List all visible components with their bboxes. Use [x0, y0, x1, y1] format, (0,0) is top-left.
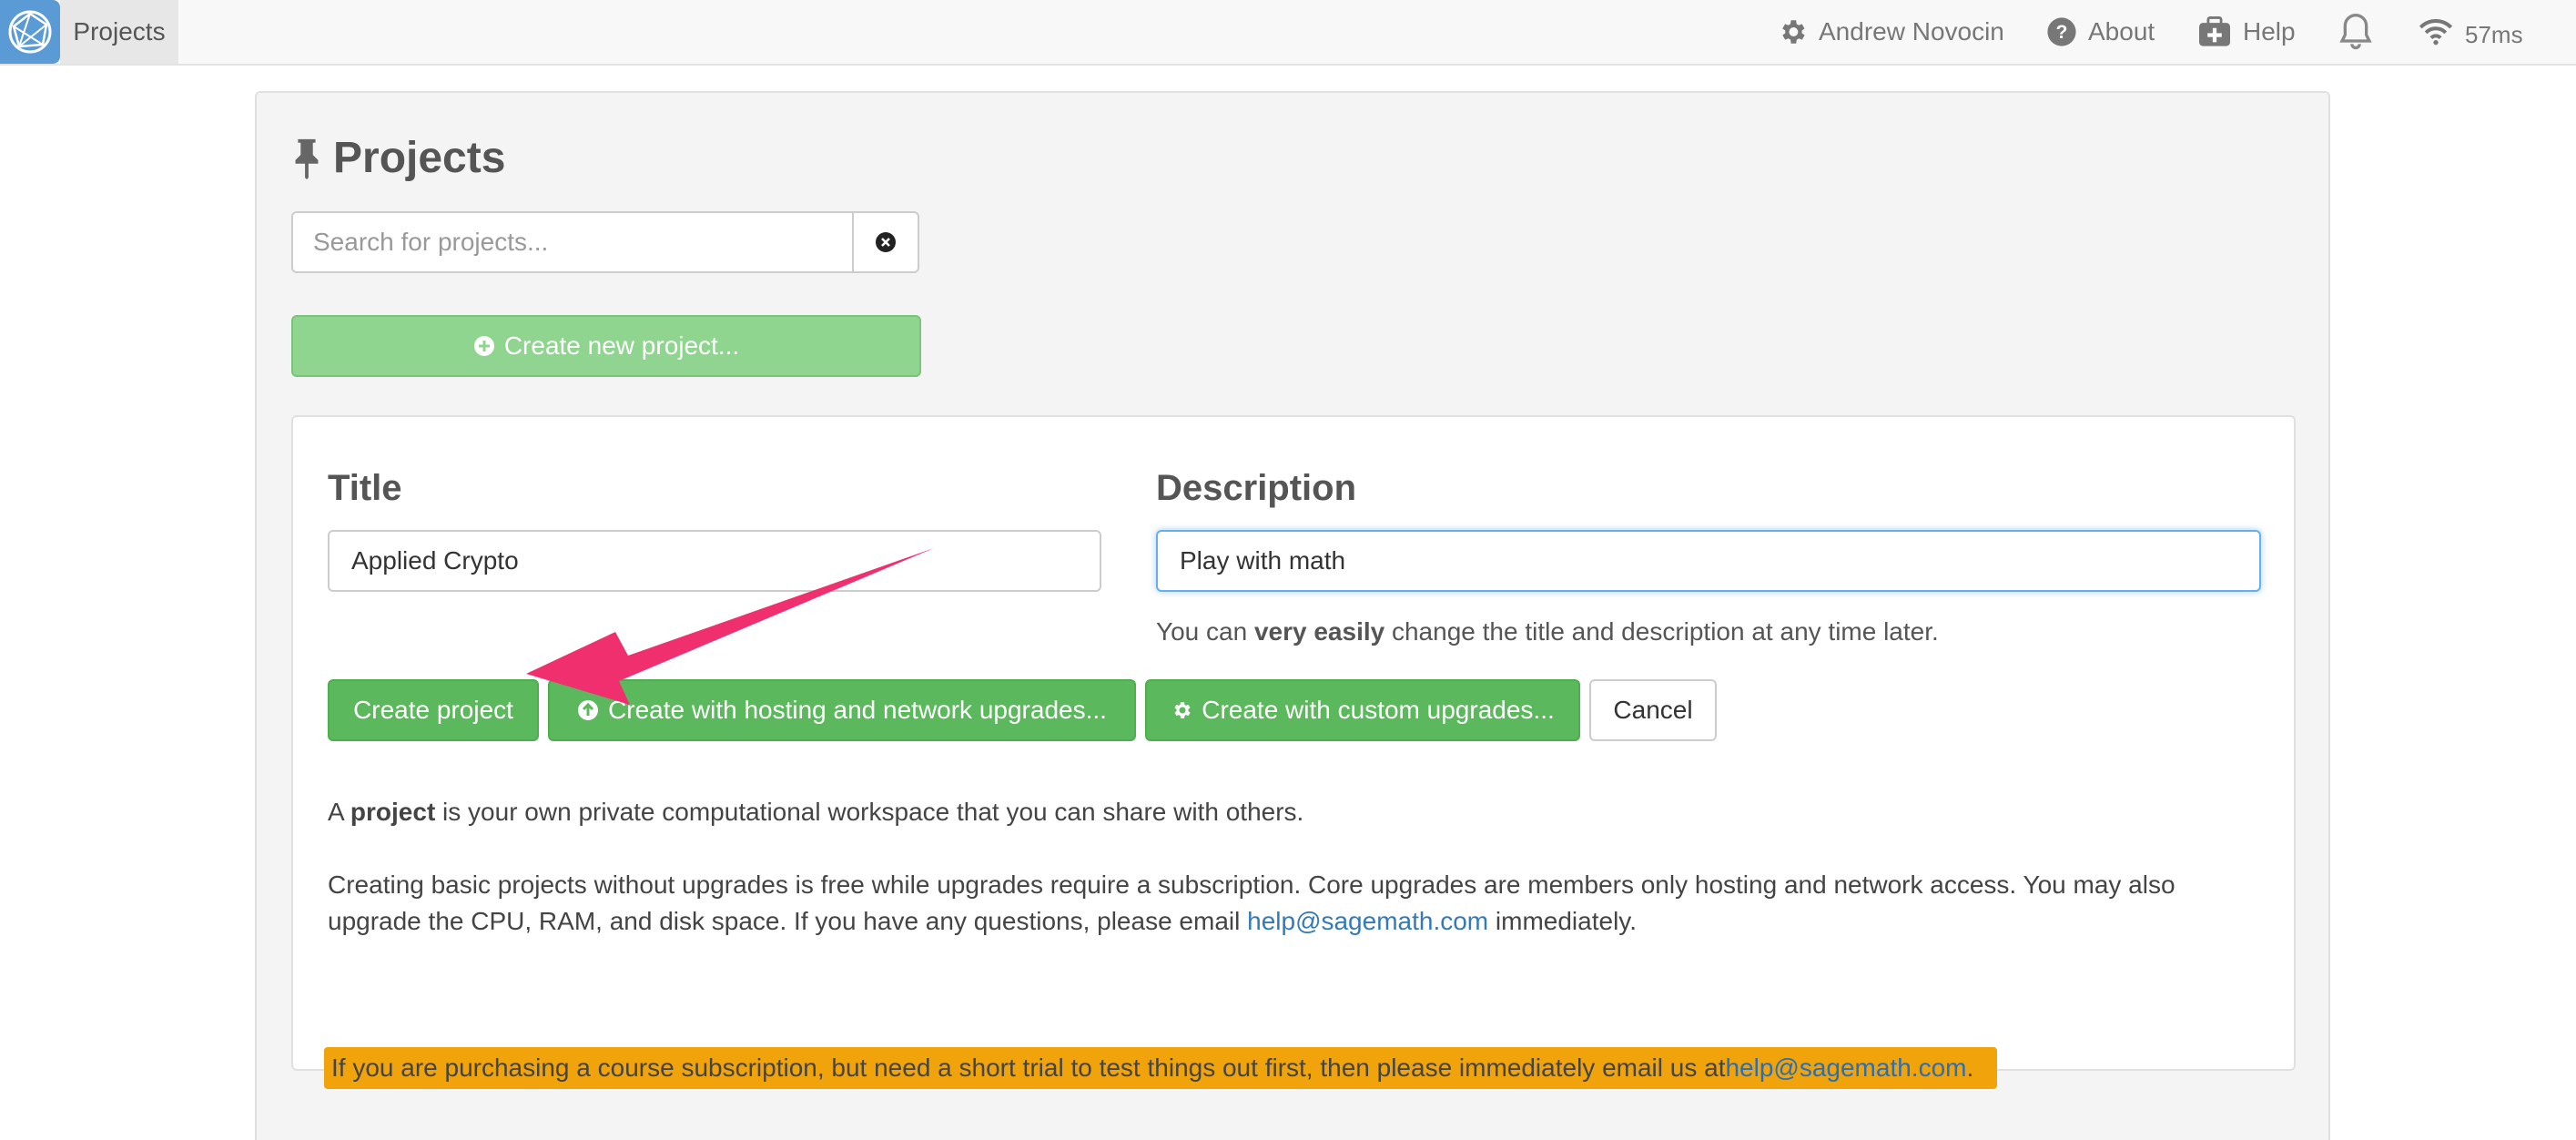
about-nav-item[interactable]: ? About: [2046, 0, 2155, 64]
svg-text:?: ?: [2056, 21, 2068, 43]
help-label: Help: [2243, 17, 2296, 46]
search-input[interactable]: [291, 211, 853, 273]
tab-projects[interactable]: Projects: [60, 0, 178, 64]
cancel-button[interactable]: Cancel: [1589, 679, 1717, 741]
new-project-form: Title Description You can very easily ch…: [291, 415, 2296, 1089]
create-project-label: Create project: [353, 696, 513, 724]
wifi-icon: [2419, 19, 2453, 46]
medkit-icon: [2199, 16, 2230, 46]
question-circle-icon: ?: [2047, 17, 2076, 46]
hint-bold: very easily: [1253, 617, 1385, 646]
times-circle-icon: [876, 232, 897, 252]
projects-panel: Projects Create new project... Title Des…: [255, 91, 2330, 1140]
description-label: Description: [1156, 468, 1357, 508]
create-custom-upgrades-button[interactable]: Create with custom upgrades...: [1145, 679, 1580, 741]
edit-hint: You can very easily change the title and…: [1156, 617, 1939, 646]
notifications-bell[interactable]: [2338, 0, 2385, 64]
page-title: Projects: [291, 133, 505, 183]
upgrades-info-paragraph: Creating basic projects without upgrades…: [328, 867, 2267, 940]
warning-text: If you are purchasing a course subscript…: [331, 1053, 1726, 1082]
p1-suffix: is your own private computational worksp…: [435, 798, 1304, 826]
user-name: Andrew Novocin: [1819, 17, 2004, 46]
hint-prefix: You can: [1156, 617, 1254, 646]
thumb-tack-icon: [295, 138, 319, 179]
course-subscription-warning: If you are purchasing a course subscript…: [324, 1047, 1997, 1089]
top-navbar: Projects Andrew Novocin ? About Help 57m…: [0, 0, 2576, 66]
plus-circle-icon: [473, 336, 494, 356]
page-title-text: Projects: [333, 134, 506, 182]
title-label: Title: [328, 468, 402, 508]
ping-value: 57ms: [2465, 20, 2523, 48]
project-search: [291, 211, 919, 273]
help-nav-item[interactable]: Help: [2197, 0, 2296, 64]
app-logo-icon[interactable]: [0, 0, 60, 64]
gear-icon: [1782, 20, 1805, 44]
description-input[interactable]: [1156, 530, 2261, 592]
title-input[interactable]: [328, 530, 1101, 592]
clear-search-button[interactable]: [852, 211, 919, 273]
hint-suffix: change the title and description at any …: [1384, 617, 1939, 646]
about-label: About: [2088, 17, 2155, 46]
create-hosting-upgrades-button[interactable]: Create with hosting and network upgrades…: [548, 679, 1136, 741]
connection-status[interactable]: 57ms: [2418, 0, 2523, 64]
arrow-circle-up-icon: [578, 700, 599, 720]
warning-suffix: .: [1966, 1053, 1974, 1082]
create-new-label: Create new project...: [503, 331, 740, 360]
create-new-project-button[interactable]: Create new project...: [291, 315, 921, 377]
bell-icon: [2339, 13, 2372, 50]
create-custom-label: Create with custom upgrades...: [1202, 696, 1555, 724]
warning-email-link[interactable]: help@sagemath.com: [1725, 1053, 1966, 1083]
create-project-button[interactable]: Create project: [328, 679, 539, 741]
gear-icon: [1174, 702, 1191, 718]
p2-suffix: immediately.: [1488, 907, 1637, 935]
cancel-label: Cancel: [1613, 696, 1693, 724]
create-hosting-label: Create with hosting and network upgrades…: [608, 696, 1107, 724]
project-info-paragraph: A project is your own private computatio…: [328, 794, 2267, 830]
p1-prefix: A: [328, 798, 350, 826]
account-nav-item[interactable]: Andrew Novocin: [1777, 0, 2004, 64]
help-email-link[interactable]: help@sagemath.com: [1247, 907, 1488, 935]
p1-bold: project: [350, 798, 436, 826]
